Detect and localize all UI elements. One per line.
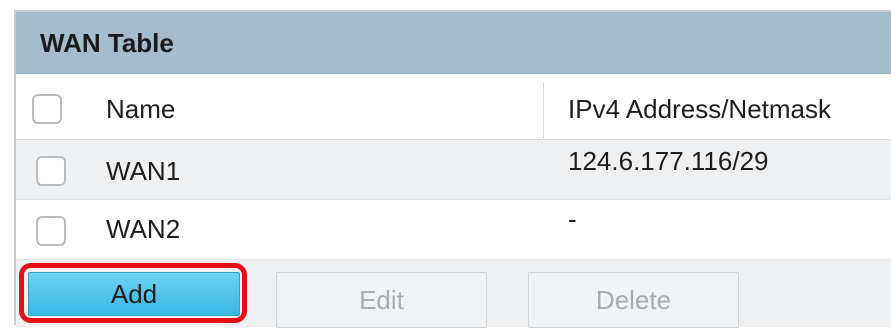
table-header-row: Name IPv4 Address/Netmask xyxy=(16,74,891,140)
row-checkbox-wan2[interactable] xyxy=(36,216,66,246)
row-name: WAN2 xyxy=(106,214,181,244)
wan-table-panel: WAN Table Name IPv4 Address/Netmask WAN1… xyxy=(14,10,891,328)
column-header-ipv4: IPv4 Address/Netmask xyxy=(568,94,831,124)
row-name: WAN1 xyxy=(106,156,181,186)
row-checkbox-wan1[interactable] xyxy=(36,156,66,186)
table-title-bar: WAN Table xyxy=(16,12,891,74)
table-row[interactable]: WAN2 - xyxy=(16,200,891,260)
edit-button[interactable]: Edit xyxy=(276,272,487,328)
column-divider xyxy=(543,82,544,138)
row-ipv4: 124.6.177.116/29 xyxy=(568,146,769,176)
column-header-name: Name xyxy=(106,94,176,124)
row-ipv4: - xyxy=(568,204,577,234)
delete-button[interactable]: Delete xyxy=(528,272,739,328)
table-row[interactable]: WAN1 124.6.177.116/29 xyxy=(16,140,891,200)
select-all-checkbox[interactable] xyxy=(32,94,62,124)
table-title: WAN Table xyxy=(40,28,174,58)
add-button[interactable]: Add xyxy=(28,272,240,316)
table-action-bar: Add Edit Delete xyxy=(16,260,891,328)
